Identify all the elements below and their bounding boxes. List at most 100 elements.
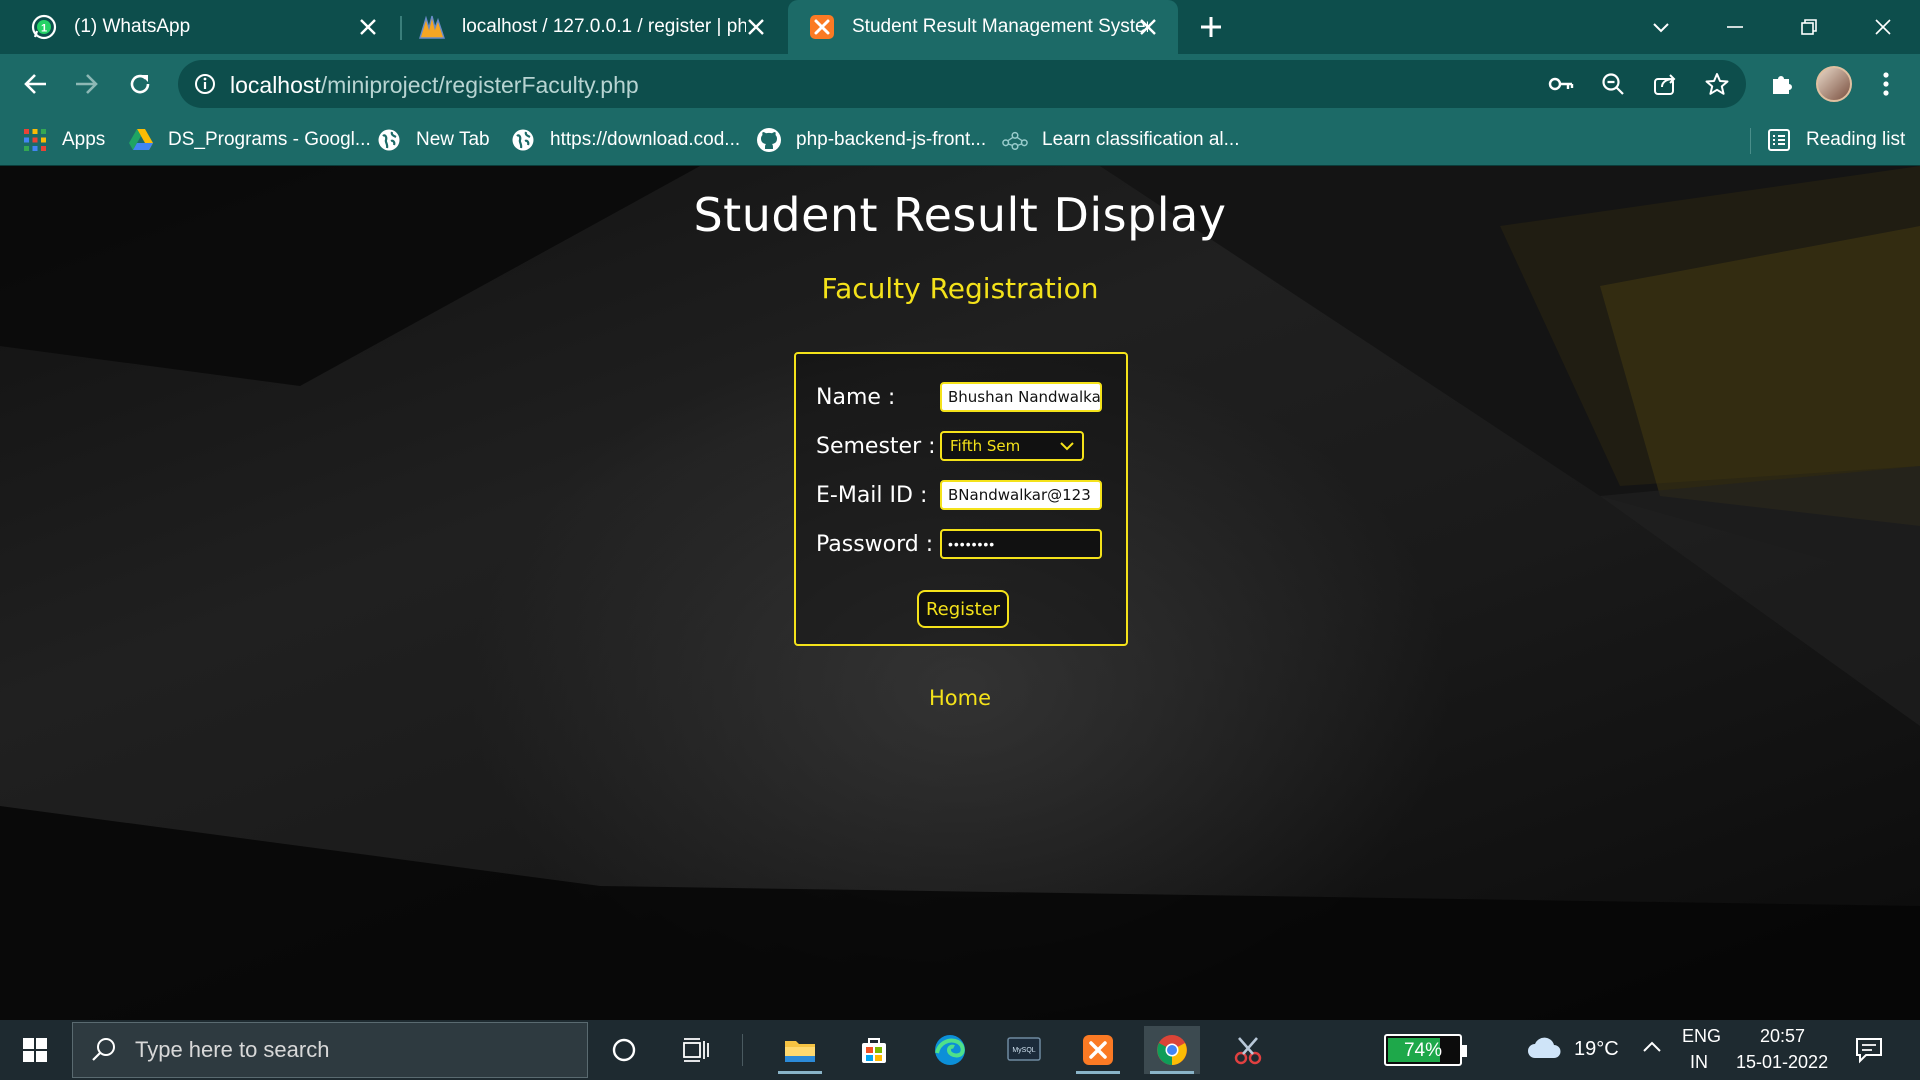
windows-start-icon[interactable] <box>14 1032 56 1068</box>
tab-title: localhost / 127.0.0.1 / register | phpMy… <box>462 16 746 37</box>
bookmark-star-icon[interactable] <box>1702 69 1732 99</box>
bookmarks-bar: Apps DS_Programs - Googl... New Tab http… <box>0 114 1920 166</box>
semester-select[interactable]: Fifth Sem <box>940 431 1084 461</box>
bookmark-apps[interactable]: Apps <box>22 126 105 154</box>
new-tab-button[interactable] <box>1196 12 1226 42</box>
bookmark-ds-programs[interactable]: DS_Programs - Googl... <box>128 126 371 154</box>
xampp-taskbar-icon[interactable] <box>1070 1026 1126 1074</box>
search-icon <box>92 1038 115 1061</box>
profile-avatar[interactable] <box>1816 66 1852 102</box>
semester-row: Semester : Fifth Sem <box>816 431 1084 461</box>
semester-selected-value: Fifth Sem <box>950 437 1021 455</box>
bookmark-label: DS_Programs - Googl... <box>168 129 371 150</box>
cloud-weather-icon[interactable] <box>1526 1034 1562 1064</box>
graph-icon <box>1002 127 1028 153</box>
registration-form: Name : Bhushan Nandwalkar Semester : Fif… <box>794 352 1128 646</box>
weather-temp[interactable]: 19°C <box>1574 1038 1619 1061</box>
language-bottom[interactable]: IN <box>1690 1052 1708 1073</box>
address-bar[interactable]: localhost/miniproject/registerFaculty.ph… <box>178 60 1746 108</box>
tab-student-result[interactable]: Student Result Management System <box>788 0 1178 54</box>
running-indicator <box>1150 1071 1194 1074</box>
svg-text:MySQL: MySQL <box>1012 1047 1035 1054</box>
microsoft-store-icon[interactable] <box>846 1026 902 1074</box>
home-link[interactable]: Home <box>0 686 1920 710</box>
bookmark-new-tab[interactable]: New Tab <box>376 126 490 154</box>
browser-toolbar: localhost/miniproject/registerFaculty.ph… <box>0 54 1920 114</box>
page-viewport: Student Result Display Faculty Registrat… <box>0 166 1920 1020</box>
phpmyadmin-icon <box>418 13 446 41</box>
battery-percent: 74% <box>1403 1040 1443 1061</box>
password-input[interactable]: •••••••• <box>940 529 1102 559</box>
forward-button[interactable] <box>68 66 104 102</box>
back-button[interactable] <box>18 66 54 102</box>
url-host: localhost <box>230 72 321 98</box>
share-icon[interactable] <box>1650 69 1680 99</box>
register-button[interactable]: Register <box>917 590 1009 628</box>
clock-time[interactable]: 20:57 <box>1760 1026 1805 1047</box>
email-row: E-Mail ID : BNandwalkar@123 <box>816 480 1102 510</box>
close-tab-icon[interactable] <box>356 15 380 39</box>
bookmark-learn-classification[interactable]: Learn classification al... <box>1002 126 1240 154</box>
tab-search-dropdown-icon[interactable] <box>1644 10 1678 44</box>
clock-date[interactable]: 15-01-2022 <box>1736 1052 1828 1073</box>
tab-whatsapp[interactable]: 1 (1) WhatsApp <box>0 0 398 54</box>
bookmark-label: New Tab <box>416 129 490 150</box>
reading-list-button[interactable]: Reading list <box>1766 126 1905 154</box>
search-placeholder: Type here to search <box>135 1037 330 1062</box>
xampp-icon <box>808 13 836 41</box>
battery-terminal <box>1462 1045 1467 1057</box>
file-explorer-icon[interactable] <box>772 1026 828 1074</box>
close-window-icon[interactable] <box>1866 10 1900 44</box>
semester-label: Semester : <box>816 433 936 459</box>
chevron-down-icon <box>1060 442 1074 451</box>
reading-list-label: Reading list <box>1806 129 1906 150</box>
tab-phpmyadmin[interactable]: localhost / 127.0.0.1 / register | phpMy… <box>402 0 786 54</box>
name-input[interactable]: Bhushan Nandwalkar <box>940 382 1102 412</box>
key-icon[interactable] <box>1546 69 1576 99</box>
email-label: E-Mail ID : <box>816 482 928 508</box>
extensions-icon[interactable] <box>1764 66 1800 102</box>
name-label: Name : <box>816 384 896 410</box>
password-label: Password : <box>816 531 934 557</box>
language-top[interactable]: ENG <box>1682 1026 1721 1047</box>
zoom-icon[interactable] <box>1598 69 1628 99</box>
close-tab-icon[interactable] <box>1136 15 1160 39</box>
chrome-taskbar-icon[interactable] <box>1144 1026 1200 1074</box>
tab-title: (1) WhatsApp <box>74 16 191 37</box>
taskbar-divider <box>742 1034 743 1066</box>
page-title: Student Result Display <box>693 188 1227 242</box>
bookmark-download-cod[interactable]: https://download.cod... <box>510 126 740 154</box>
battery-indicator[interactable]: 74% <box>1384 1034 1467 1066</box>
svg-text:1: 1 <box>41 23 47 35</box>
globe-icon <box>376 127 402 153</box>
bookmark-label: php-backend-js-front... <box>796 129 987 150</box>
github-icon <box>756 127 782 153</box>
task-view-icon[interactable] <box>668 1026 724 1074</box>
show-hidden-icons-icon[interactable] <box>1642 1040 1662 1056</box>
name-row: Name : Bhushan Nandwalkar <box>816 382 1102 412</box>
globe-icon <box>510 127 536 153</box>
taskbar-search-box[interactable]: Type here to search <box>72 1022 588 1078</box>
more-menu-icon[interactable] <box>1868 66 1904 102</box>
email-input[interactable]: BNandwalkar@123 <box>940 480 1102 510</box>
close-tab-icon[interactable] <box>744 15 768 39</box>
address-url: localhost/miniproject/registerFaculty.ph… <box>230 72 639 99</box>
notifications-icon[interactable] <box>1854 1036 1884 1066</box>
snipping-tool-icon[interactable] <box>1220 1026 1276 1074</box>
bookmark-label: https://download.cod... <box>550 129 741 150</box>
reload-button[interactable] <box>122 66 158 102</box>
restore-window-icon[interactable] <box>1792 10 1826 44</box>
password-row: Password : •••••••• <box>816 529 1102 559</box>
site-info-icon[interactable] <box>190 69 220 99</box>
bookmarks-divider <box>1750 128 1751 154</box>
mysql-workbench-icon[interactable]: MySQL <box>996 1026 1052 1074</box>
cortana-icon[interactable] <box>596 1026 652 1074</box>
page-subtitle: Faculty Registration <box>821 272 1099 305</box>
browser-tab-strip: 1 (1) WhatsApp localhost / 127.0.0.1 / r… <box>0 0 1920 54</box>
bookmark-php-backend[interactable]: php-backend-js-front... <box>756 126 986 154</box>
minimize-window-icon[interactable] <box>1718 10 1752 44</box>
url-path: /miniproject/registerFaculty.php <box>320 72 639 98</box>
apps-grid-icon <box>22 127 48 153</box>
edge-icon[interactable] <box>922 1026 978 1074</box>
tab-title: Student Result Management System <box>852 16 1148 37</box>
